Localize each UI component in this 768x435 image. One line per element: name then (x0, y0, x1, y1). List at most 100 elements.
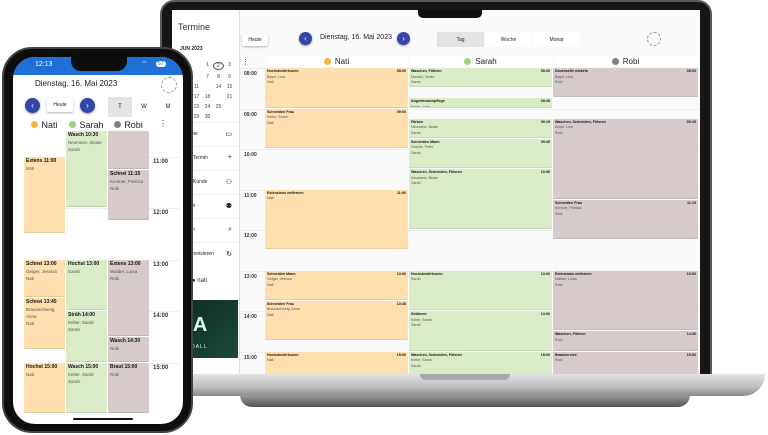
appointment[interactable]: Wasch 14:30 Robi (108, 337, 149, 362)
appointment[interactable]: Hochsteckfrisuren 13:00 Sarah (409, 270, 552, 310)
appointment-detail: Nati (267, 312, 274, 317)
time-label: 11:00 (153, 158, 169, 165)
appointment[interactable]: Extensions entfernen 11:00 Nati (265, 189, 408, 250)
calendar-day[interactable]: 14 (213, 84, 224, 90)
mini-calendar-month[interactable]: JUN 2023 (180, 46, 203, 52)
appointment[interactable]: Schnei 13:00 Geiger, Jessica Nati (24, 259, 65, 298)
time-label: 13:00 (153, 261, 169, 268)
calendar-day[interactable]: 2 (213, 62, 224, 70)
appointment[interactable]: Färben 09:15 Neumann, Beate Sarah (409, 118, 552, 138)
calendar-day[interactable]: 7 (202, 74, 213, 80)
appointment-detail: Robi (110, 185, 120, 191)
avatar[interactable] (647, 32, 661, 46)
appointment[interactable]: Extens 13:00 Walder, Luisa Robi (108, 259, 149, 336)
calendar-day (191, 62, 202, 70)
avatar[interactable] (161, 77, 177, 93)
column-menu-icon[interactable]: ⋮ (159, 119, 167, 128)
appointment[interactable]: Schnei 11:15 Kentner, Patrizia Robi (108, 169, 149, 221)
calendar-day[interactable]: 1 (202, 62, 213, 70)
appointment-detail: Sarah (68, 268, 81, 274)
calendar-day[interactable]: 9 (224, 74, 235, 80)
time-label: 09:00 (244, 111, 257, 118)
appointment[interactable]: Hochsteckfrisuren 08:00 Bayer, Lisa Nati (265, 68, 408, 108)
prev-day-button[interactable]: ‹ (299, 32, 312, 45)
appointment[interactable] (108, 131, 149, 169)
appointment[interactable]: Waschen, Schneiden, Föhnen 10:30 Neumann, … (409, 169, 552, 229)
appointment[interactable]: Strähnen 14:00 Kelter, Sarah Sarah (409, 311, 552, 351)
time-label: 12:00 (244, 233, 257, 239)
appointment[interactable]: Schneiden Mann 09:45 Fischer, Peter Sarah (409, 138, 552, 169)
staff-color-dot (464, 58, 472, 65)
time-label: 13:00 (244, 273, 257, 280)
appointment[interactable]: Schneiden Frau 11:15 Kentner, Patrizia Robi (553, 199, 698, 240)
tab-m[interactable]: M (156, 97, 180, 117)
appointment[interactable]: Schneiden Frau 13:45 Braunschweig, Anna Nat… (265, 300, 408, 341)
appointment-title: Schnei (26, 299, 43, 306)
tab-monat[interactable]: Monat (533, 32, 580, 47)
appointment-title: Wasch (68, 363, 84, 370)
appointment-detail: Kentner, Patrizia (110, 178, 144, 184)
appointment[interactable]: Waschen, Föhnen 14:30 Robi (553, 331, 698, 351)
sidebar-title: Termine (178, 22, 211, 32)
appointment[interactable]: Extens 11:00 Nati (24, 156, 65, 233)
appointment[interactable]: Hochst 13:00 Sarah (66, 259, 107, 311)
appointment[interactable]: Waschen, Föhnen 08:00 Mandel, Vivien Sarah (409, 68, 552, 88)
calendar-day[interactable]: 3 (224, 62, 235, 70)
appointment[interactable]: Augenbrauenpflege 08:45 Kelter, Julia (409, 98, 552, 108)
appointment[interactable]: Dauerwelle wickeln 08:00 Bayer, Lisa Robi (553, 68, 698, 98)
appointment-time: 10:30 (540, 170, 550, 175)
phone-frame: 12:13 57 ⌔ Dienstag, 16. Mai 2023 ‹ Heut… (2, 47, 193, 433)
plus-icon: + (227, 154, 232, 161)
calendar-day[interactable]: 15 (224, 84, 235, 90)
column-header-nati: Nati (265, 56, 408, 67)
calendar-day[interactable]: 30 (202, 114, 213, 120)
appointment-time: 15:00 (396, 352, 406, 357)
appointment-time: 09:15 (686, 119, 696, 124)
appointment[interactable]: Schnei 13:45 Braunschweig, Anna Nati (24, 298, 65, 349)
appointment[interactable]: Schneiden Frau 09:00 Kelter, Sarah Nati (265, 108, 408, 148)
staff-name: Nati (41, 119, 58, 130)
appointment-title: Hochst (68, 260, 85, 267)
appointment-detail: Braunschweig, Anna (26, 307, 56, 320)
appointment-title: Wasch (110, 338, 126, 344)
column-header-robi: Robi (553, 56, 698, 67)
appointment[interactable]: Waschen, Schneiden, Föhnen 09:15 Bayer, Li… (553, 118, 698, 199)
appointment[interactable]: Wasch 10:30 Neumann, Beate Sarah (66, 131, 107, 208)
appointment[interactable]: Braut 15:00 Robi (108, 362, 149, 414)
appointment-time: 15:00 (44, 363, 58, 370)
appointment-time: 09:45 (540, 139, 550, 144)
staff-color-dot (69, 121, 77, 128)
appointment[interactable]: Extensions entfernen 13:00 Walder, Luisa Ro… (553, 270, 698, 331)
appointment[interactable]: Waschen, Schneiden, Föhnen 15:00 Kelter, S… (409, 351, 552, 374)
next-day-button[interactable]: › (397, 32, 410, 45)
appointment-time: 13:45 (396, 301, 406, 306)
tab-w[interactable]: W (132, 97, 156, 117)
appointment[interactable]: Hochsteckfrisuren 15:00 Nati (265, 351, 408, 374)
calendar-day[interactable]: 8 (213, 74, 224, 80)
appointment-detail: Sarah (411, 181, 421, 186)
next-day-button[interactable]: › (80, 98, 95, 113)
phone-screen: 12:13 57 ⌔ Dienstag, 16. Mai 2023 ‹ Heut… (13, 57, 183, 424)
calendar-day[interactable]: 21 (224, 94, 235, 100)
calendar-day[interactable]: 25 (213, 104, 224, 110)
appointment[interactable]: Sträh 14:00 Kelter, Sarah Sarah (66, 311, 107, 362)
today-button[interactable]: Heute (47, 98, 73, 112)
appointment[interactable]: Schneiden Mann 13:00 Geiger, Jessica Nati (265, 270, 408, 300)
tab-woche[interactable]: Woche (485, 32, 532, 47)
calendar-day[interactable]: 24 (202, 104, 213, 110)
today-button[interactable]: Heute (242, 34, 268, 46)
appointment[interactable]: Hochst 15:00 Nati (24, 362, 65, 414)
staff-name: Sarah (475, 57, 497, 66)
appointment-time: 08:00 (396, 69, 406, 73)
appointment[interactable]: Brautservice 15:00 Robi (553, 351, 698, 374)
tab-tag[interactable]: Tag (437, 32, 484, 47)
user-account[interactable]: ● nati (192, 278, 207, 284)
calendar-day[interactable]: 18 (202, 94, 213, 100)
appointment-time: 15:00 (686, 352, 696, 357)
prev-day-button[interactable]: ‹ (25, 98, 40, 113)
appointment-detail: Nati (26, 321, 35, 327)
column-menu-icon[interactable]: ⋮ (242, 58, 249, 66)
appointment[interactable]: Wasch 15:00 Kelter, Sarah Sarah (66, 362, 107, 414)
tab-t[interactable]: T (108, 97, 132, 117)
staff-name: Robi (622, 57, 640, 66)
